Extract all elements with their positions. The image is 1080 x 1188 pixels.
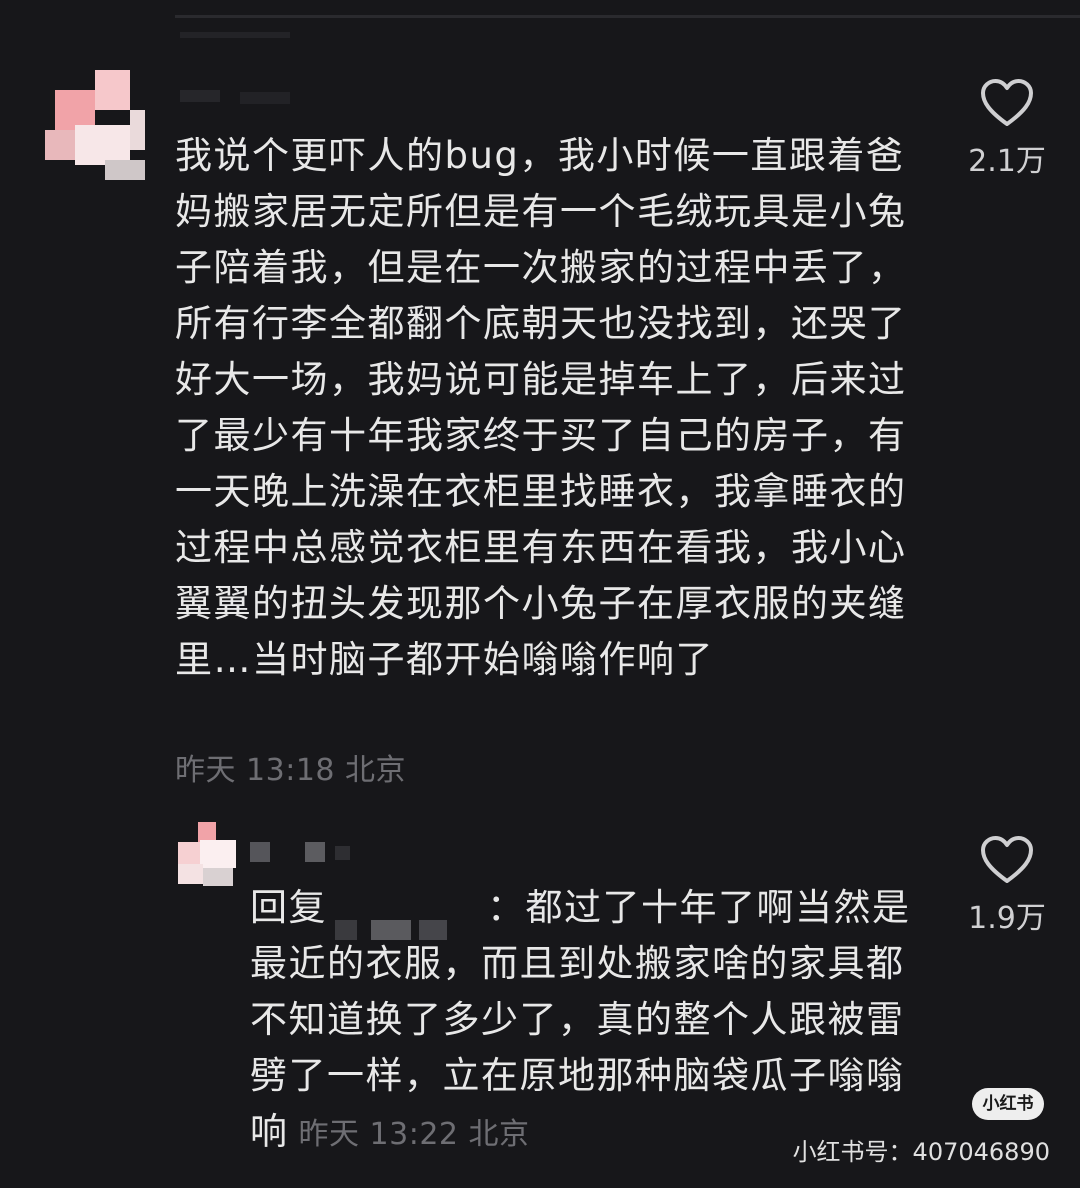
reply-meta: 昨天 13:22 北京 <box>298 1117 530 1152</box>
reply-prefix: 回复 <box>250 886 327 929</box>
comment-text: 我说个更吓人的bug，我小时候一直跟着爸妈搬家居无定所但是有一个毛绒玩具是小兔子… <box>175 134 907 681</box>
top-divider <box>175 15 1080 18</box>
watermark-id: 小红书号：407046890 <box>792 1138 1050 1166</box>
reply-like-count: 1.9万 <box>968 901 1046 936</box>
heart-outline-icon <box>981 836 1033 883</box>
reply-like-button[interactable]: 1.9万 <box>952 835 1062 937</box>
commenter-name-redacted <box>180 90 300 110</box>
previous-item-edge <box>180 32 290 38</box>
watermark-logo: 小红书 <box>972 1088 1044 1120</box>
heart-outline-icon <box>981 79 1033 126</box>
commenter-avatar[interactable] <box>45 70 145 180</box>
reply-text: 回复 ：都过了十年了啊当然是最近的衣服，而且到处搬家啥的家具都不知道换了多少了，真… <box>250 880 940 1163</box>
reply-target-name-redacted[interactable] <box>327 900 487 940</box>
comment-like-button[interactable]: 2.1万 <box>952 78 1062 180</box>
replier-name-redacted <box>250 842 360 864</box>
comment-meta: 昨天 13:18 北京 <box>175 753 407 788</box>
reply-separator: ： <box>487 886 526 929</box>
comment-like-count: 2.1万 <box>968 144 1046 179</box>
replier-avatar[interactable] <box>178 822 238 887</box>
